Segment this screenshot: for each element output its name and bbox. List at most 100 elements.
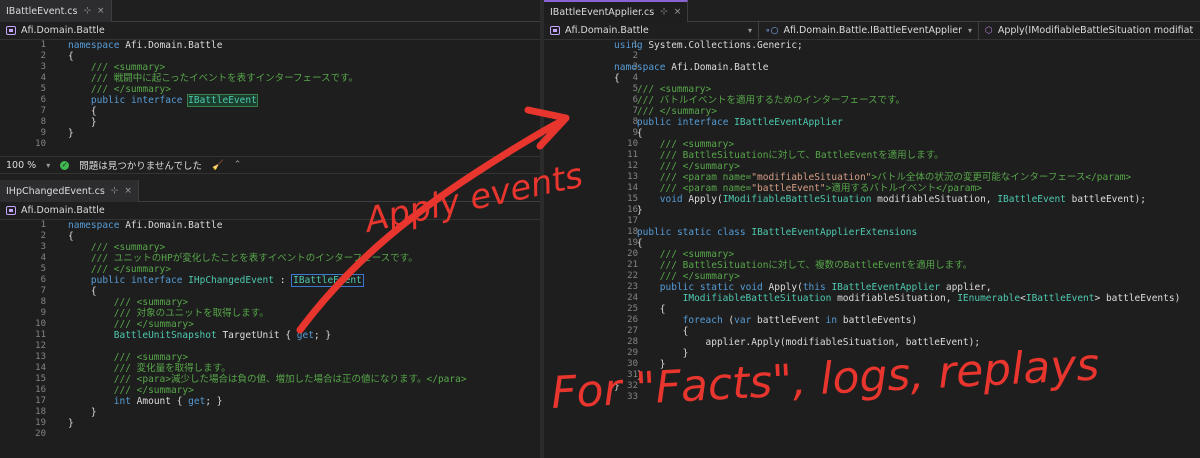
code-line[interactable]: 14 /// 変化量を取得します。 — [0, 363, 540, 374]
code-text[interactable]: using System.Collections.Generic; — [614, 40, 803, 51]
code-line[interactable]: 7 { — [0, 286, 540, 297]
code-line[interactable]: 9 { — [544, 128, 1200, 139]
code-text[interactable]: { — [614, 73, 620, 84]
code-text[interactable]: /// 対象のユニットを取得します。 — [68, 308, 269, 319]
code-line[interactable]: 3 /// <summary> — [0, 62, 540, 73]
code-text[interactable]: /// <summary> — [68, 62, 165, 73]
code-line[interactable]: 11 BattleUnitSnapshot TargetUnit { get; … — [0, 330, 540, 341]
member-dropdown[interactable]: ⬡ Apply(IModifiableBattleSituation modif… — [979, 22, 1200, 40]
code-text[interactable]: } — [68, 407, 97, 418]
code-text[interactable]: BattleUnitSnapshot TargetUnit { get; } — [68, 330, 331, 341]
code-line[interactable]: 20 — [0, 429, 540, 440]
code-line[interactable]: 8 /// <summary> — [0, 297, 540, 308]
code-text[interactable]: /// <param name="modifiableSituation">バト… — [614, 172, 1131, 183]
code-text[interactable]: { — [68, 51, 74, 62]
tab-ibattleeventapplier[interactable]: IBattleEventApplier.cs ⊹ × — [544, 0, 689, 22]
code-line[interactable]: 6 public interface IHpChangedEvent : IBa… — [0, 274, 540, 287]
tab-ibattleevent[interactable]: IBattleEvent.cs ⊹ × — [0, 0, 112, 22]
code-line[interactable]: 32} — [544, 381, 1200, 392]
issues-message[interactable]: 問題は見つかりませんでした — [79, 158, 202, 172]
code-text[interactable]: /// <summary> — [68, 242, 165, 253]
code-text[interactable]: } — [614, 359, 666, 370]
code-text[interactable]: namespace Afi.Domain.Battle — [68, 40, 222, 51]
code-text[interactable]: /// <param name="battleEvent">適用するバトルイベン… — [614, 183, 982, 194]
code-line[interactable]: 5 /// </summary> — [0, 84, 540, 95]
type-dropdown[interactable]: ∘○ Afi.Domain.Battle.IBattleEventApplier… — [759, 21, 979, 40]
code-line[interactable]: 9 /// 対象のユニットを取得します。 — [0, 308, 540, 319]
code-line[interactable]: 21 /// BattleSituationに対して、複数のBattleEven… — [544, 260, 1200, 271]
code-text[interactable]: { — [68, 231, 74, 242]
code-line[interactable]: 4 /// ユニットのHPが変化したことを表すイベントのインターフェースです。 — [0, 253, 540, 264]
code-line[interactable]: 4 /// 戦闘中に起こったイベントを表すインターフェースです。 — [0, 73, 540, 84]
code-line[interactable]: 12 — [0, 341, 540, 352]
code-line[interactable]: 15 /// <para>減少した場合は負の値、増加した場合は正の値になります。… — [0, 374, 540, 385]
code-text[interactable]: IModifiableBattleSituation modifiableSit… — [614, 293, 1181, 304]
code-line[interactable]: 6 public interface IBattleEvent — [0, 94, 540, 107]
code-line[interactable]: 23 public static void Apply(this IBattle… — [544, 282, 1200, 293]
code-text[interactable]: public interface IBattleEvent — [68, 94, 258, 107]
code-line[interactable]: 2 — [544, 51, 1200, 62]
code-text[interactable]: /// 変化量を取得します。 — [68, 363, 231, 374]
code-text[interactable]: namespace Afi.Domain.Battle — [614, 62, 768, 73]
code-text[interactable]: /// </summary> — [68, 385, 194, 396]
project-dropdown[interactable]: Afi.Domain.Battle — [0, 22, 111, 40]
code-text[interactable]: foreach (var battleEvent in battleEvents… — [614, 315, 918, 326]
code-text[interactable]: } — [614, 381, 620, 392]
code-line[interactable]: 15 void Apply(IModifiableBattleSituation… — [544, 194, 1200, 205]
chevron-down-icon[interactable]: ▾ — [46, 161, 50, 170]
code-text[interactable]: /// </summary> — [614, 161, 740, 172]
code-text[interactable]: { — [614, 304, 666, 315]
code-line[interactable]: 24 IModifiableBattleSituation modifiable… — [544, 293, 1200, 304]
tab-ihpchangedevent[interactable]: IHpChangedEvent.cs ⊹ × — [0, 180, 139, 202]
code-text[interactable]: applier.Apply(modifiableSituation, battl… — [614, 337, 981, 348]
zoom-level[interactable]: 100 % — [6, 160, 36, 171]
code-line[interactable]: 18 } — [0, 407, 540, 418]
code-line[interactable]: 29 } — [544, 348, 1200, 359]
code-line[interactable]: 1 namespace Afi.Domain.Battle — [0, 220, 540, 231]
code-text[interactable]: /// </summary> — [68, 264, 171, 275]
code-text[interactable]: } — [614, 205, 643, 216]
code-text[interactable]: { — [614, 238, 643, 249]
chevron-up-icon[interactable]: ⌃ — [234, 160, 242, 170]
code-text[interactable]: /// </summary> — [68, 319, 194, 330]
code-line[interactable]: 22 /// </summary> — [544, 271, 1200, 282]
code-line[interactable]: 18 public static class IBattleEventAppli… — [544, 227, 1200, 238]
code-line[interactable]: 13 /// <summary> — [0, 352, 540, 363]
code-text[interactable]: /// BattleSituationに対して、複数のBattleEventを適… — [614, 260, 972, 271]
code-line[interactable]: 5 /// </summary> — [0, 264, 540, 275]
code-line[interactable]: 12 /// </summary> — [544, 161, 1200, 172]
code-text[interactable]: /// <summary> — [614, 249, 734, 260]
close-icon[interactable]: × — [97, 6, 105, 16]
pin-icon[interactable]: ⊹ — [111, 186, 119, 196]
code-text[interactable]: } — [68, 128, 74, 139]
code-text[interactable]: public static class IBattleEventApplierE… — [614, 227, 917, 238]
broom-icon[interactable]: 🧹 — [212, 160, 224, 171]
code-text[interactable]: public interface IHpChangedEvent : IBatt… — [68, 274, 364, 287]
code-line[interactable]: 13 /// <param name="modifiableSituation"… — [544, 172, 1200, 183]
code-line[interactable]: 3 /// <summary> — [0, 242, 540, 253]
code-line[interactable]: 31 } — [544, 370, 1200, 381]
close-icon[interactable]: × — [674, 7, 682, 17]
code-line[interactable]: 7 /// </summary> — [544, 106, 1200, 117]
code-text[interactable]: { — [614, 326, 689, 337]
code-line[interactable]: 5 /// <summary> — [544, 84, 1200, 95]
code-editor[interactable]: 1 using System.Collections.Generic; 2 3 name… — [544, 40, 1200, 403]
code-text[interactable]: /// <para>減少した場合は負の値、増加した場合は正の値になります。</p… — [68, 374, 467, 385]
code-text[interactable]: } — [68, 117, 97, 128]
code-line[interactable]: 2{ — [0, 51, 540, 62]
code-text[interactable]: /// BattleSituationに対して、BattleEventを適用しま… — [614, 150, 944, 161]
code-text[interactable]: /// <summary> — [68, 297, 188, 308]
code-line[interactable]: 11 /// BattleSituationに対して、BattleEventを適… — [544, 150, 1200, 161]
code-line[interactable]: 7 { — [0, 106, 540, 117]
code-line[interactable]: 17 — [544, 216, 1200, 227]
code-text[interactable]: int Amount { get; } — [68, 396, 223, 407]
code-text[interactable]: { — [68, 106, 97, 117]
code-line[interactable]: 1 using System.Collections.Generic; — [544, 40, 1200, 51]
code-editor[interactable]: 1 namespace Afi.Domain.Battle 2{3 /// <sum… — [0, 40, 540, 150]
code-line[interactable]: 2{ — [0, 231, 540, 242]
code-line[interactable]: 33 — [544, 392, 1200, 403]
close-icon[interactable]: × — [124, 186, 132, 196]
code-text[interactable]: { — [68, 286, 97, 297]
project-dropdown[interactable]: Afi.Domain.Battle — [0, 202, 111, 220]
code-editor[interactable]: 1 namespace Afi.Domain.Battle 2{3 /// <sum… — [0, 220, 540, 440]
